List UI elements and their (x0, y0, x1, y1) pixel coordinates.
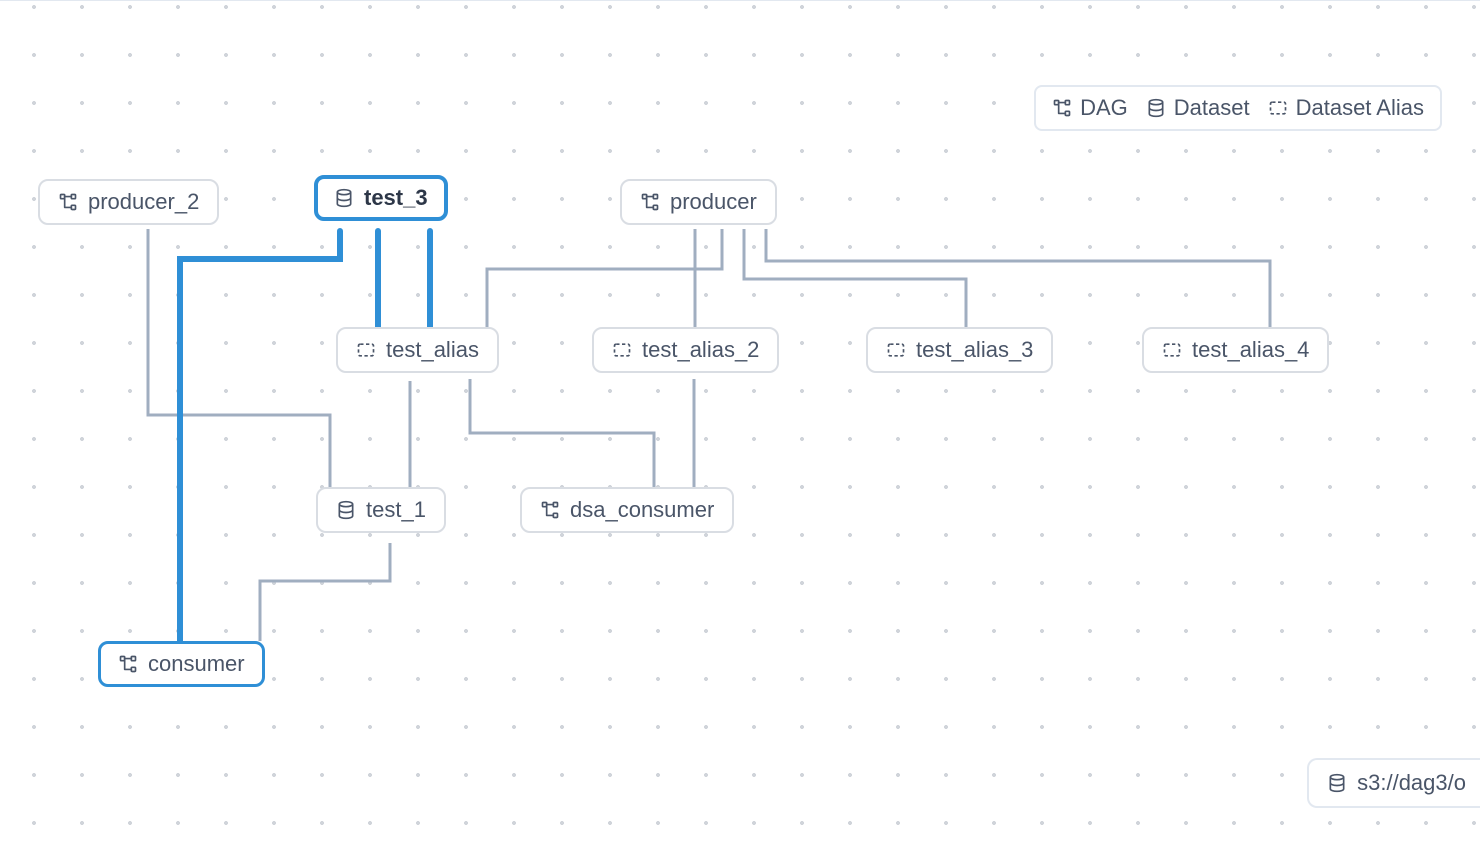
graph-canvas[interactable]: DAG Dataset Dataset Alias producer_2 tes… (0, 0, 1480, 846)
node-label: test_alias_3 (916, 339, 1033, 361)
dag-icon (118, 654, 138, 674)
legend-item-alias: Dataset Alias (1268, 95, 1424, 121)
node-producer-2[interactable]: producer_2 (38, 179, 219, 225)
legend-dataset-label: Dataset (1174, 95, 1250, 121)
node-dsa-consumer[interactable]: dsa_consumer (520, 487, 734, 533)
node-label: test_alias_2 (642, 339, 759, 361)
dag-icon (1052, 98, 1072, 118)
node-label: producer_2 (88, 191, 199, 213)
node-label: test_alias_4 (1192, 339, 1309, 361)
alias-icon (1268, 98, 1288, 118)
node-label: test_alias (386, 339, 479, 361)
node-test-alias-3[interactable]: test_alias_3 (866, 327, 1053, 373)
node-test-alias-4[interactable]: test_alias_4 (1142, 327, 1329, 373)
node-label: consumer (148, 653, 245, 675)
database-icon (1327, 773, 1347, 793)
hover-tooltip: s3://dag3/o (1307, 758, 1480, 808)
node-consumer[interactable]: consumer (98, 641, 265, 687)
alias-icon (886, 340, 906, 360)
node-producer[interactable]: producer (620, 179, 777, 225)
node-test-alias-2[interactable]: test_alias_2 (592, 327, 779, 373)
dag-icon (540, 500, 560, 520)
legend-item-dag: DAG (1052, 95, 1128, 121)
legend: DAG Dataset Dataset Alias (1034, 85, 1442, 131)
legend-alias-label: Dataset Alias (1296, 95, 1424, 121)
alias-icon (612, 340, 632, 360)
tooltip-text: s3://dag3/o (1357, 770, 1466, 796)
database-icon (1146, 98, 1166, 118)
database-icon (336, 500, 356, 520)
dag-icon (58, 192, 78, 212)
node-label: test_1 (366, 499, 426, 521)
legend-dag-label: DAG (1080, 95, 1128, 121)
node-test-alias[interactable]: test_alias (336, 327, 499, 373)
node-label: producer (670, 191, 757, 213)
dag-icon (640, 192, 660, 212)
node-label: test_3 (364, 187, 428, 209)
node-label: dsa_consumer (570, 499, 714, 521)
alias-icon (1162, 340, 1182, 360)
database-icon (334, 188, 354, 208)
node-test-1[interactable]: test_1 (316, 487, 446, 533)
legend-item-dataset: Dataset (1146, 95, 1250, 121)
alias-icon (356, 340, 376, 360)
node-test-3[interactable]: test_3 (314, 175, 448, 221)
